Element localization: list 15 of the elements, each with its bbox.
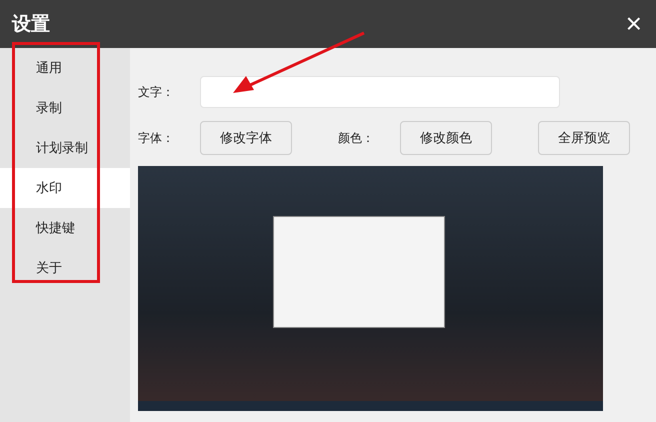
text-input-field[interactable] [200,76,560,108]
text-label: 文字： [138,84,175,100]
sidebar-item[interactable]: 通用 [0,48,130,88]
sidebar-item[interactable]: 水印 [0,168,130,208]
sidebar-item[interactable]: 快捷键 [0,208,130,248]
close-button[interactable]: × [626,10,642,38]
color-label: 颜色： [338,130,375,146]
change-color-button[interactable]: 修改颜色 [400,121,492,155]
sidebar-item[interactable]: 计划录制 [0,128,130,168]
fullscreen-preview-button[interactable]: 全屏预览 [538,121,630,155]
change-font-button[interactable]: 修改字体 [200,121,292,155]
window-title: 设置 [12,12,50,37]
sidebar-item[interactable]: 关于 [0,248,130,288]
font-label: 字体： [138,130,175,146]
sidebar-item[interactable]: 录制 [0,88,130,128]
